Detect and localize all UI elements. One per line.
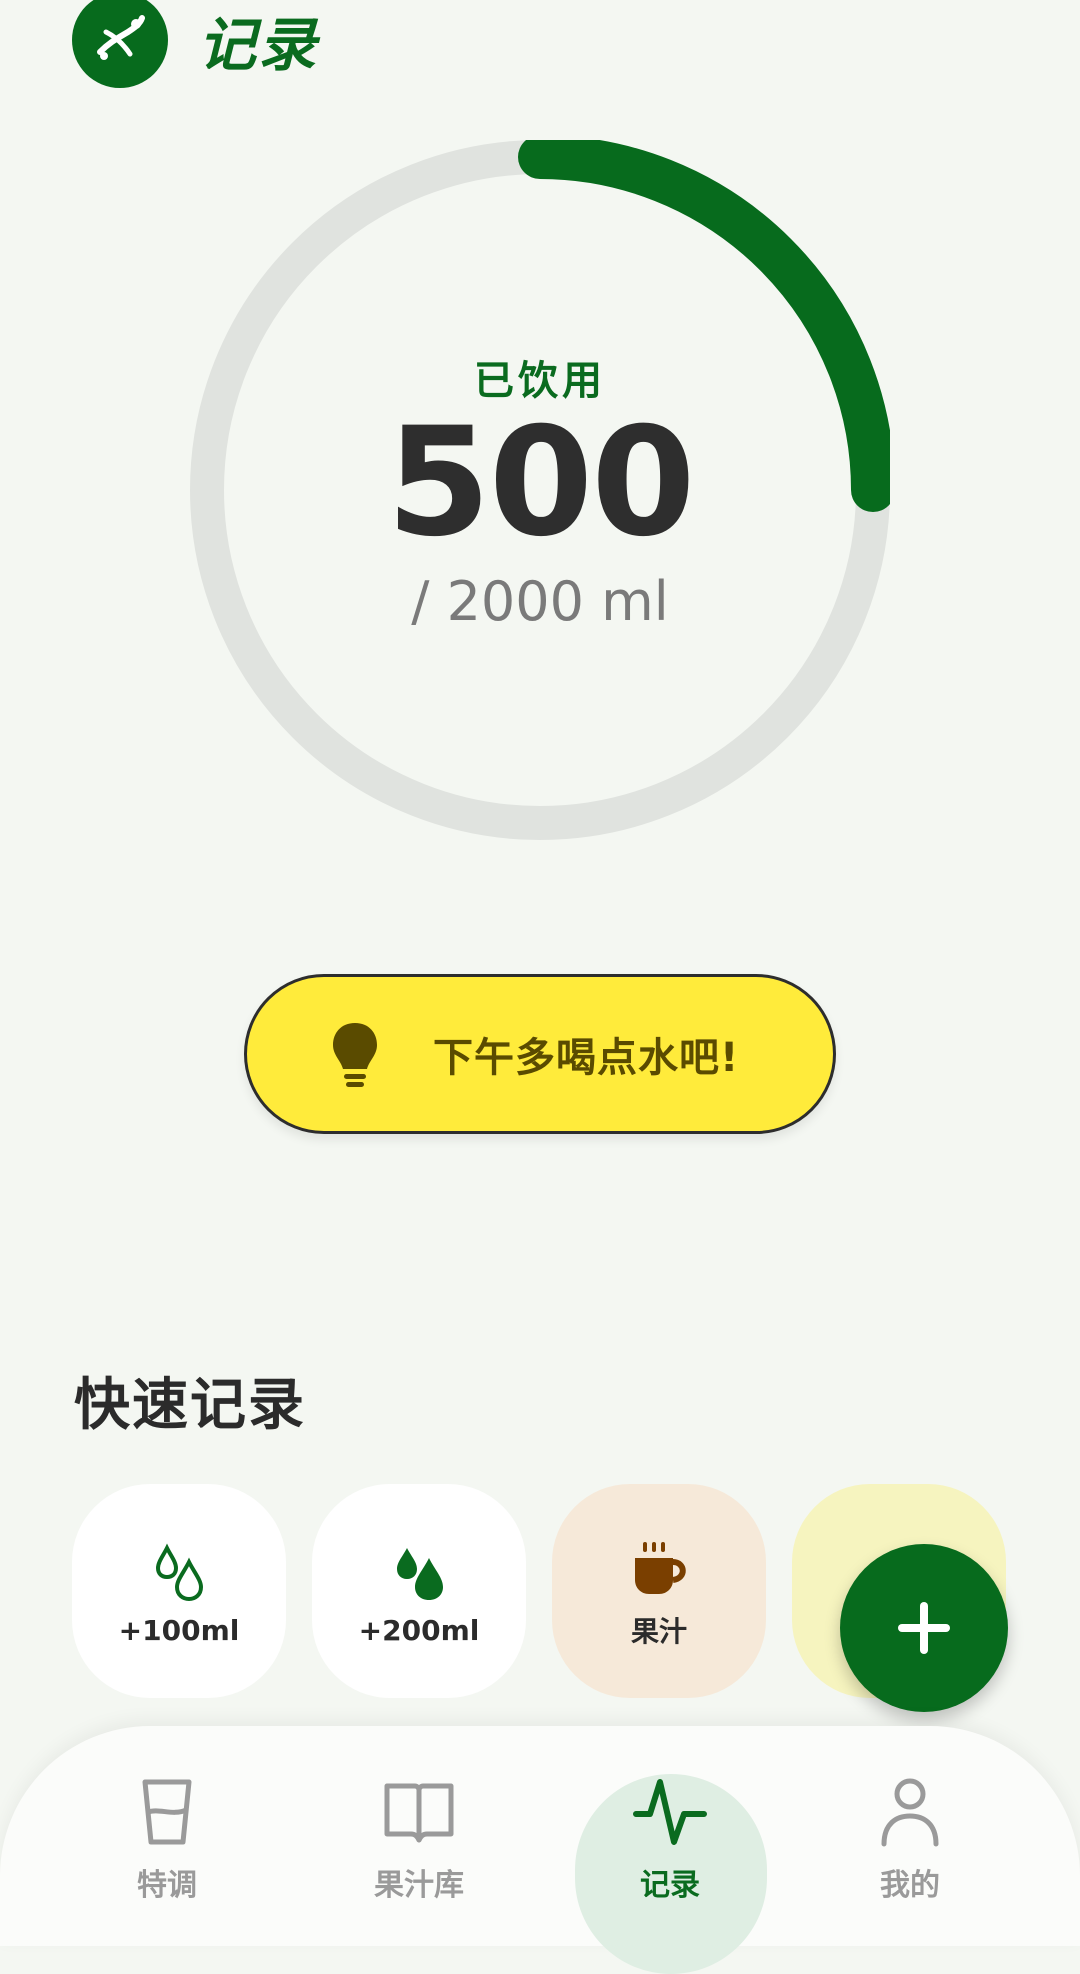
nav-item-juice-library[interactable]: 果汁库 (324, 1766, 514, 1946)
add-record-fab[interactable] (840, 1544, 1008, 1712)
progress-ring-center: 已饮用 500 / 2000 ml (190, 140, 890, 840)
quick-item-label: 果汁 (630, 1615, 687, 1648)
app-header: 记录 (72, 0, 318, 100)
nav-item-label: 记录 (640, 1868, 700, 1903)
juice-fruit-logo-icon (72, 0, 168, 88)
lightbulb-icon (333, 1023, 377, 1087)
consumed-value: 500 (386, 396, 695, 570)
page-title: 记录 (198, 11, 319, 79)
water-drops-filled-icon (397, 1547, 443, 1600)
bottom-navigation: 特调 果汁库 记录 我的 (0, 1726, 1080, 1974)
quick-record-title: 快速记录 (74, 1373, 306, 1438)
nav-item-mix[interactable]: 特调 (72, 1766, 262, 1946)
tip-text: 下午多喝点水吧! (433, 1035, 740, 1081)
nav-item-label: 我的 (880, 1868, 940, 1903)
plus-icon (898, 1602, 950, 1654)
goal-text: / 2000 ml (411, 570, 669, 633)
intake-progress-ring: 已饮用 500 / 2000 ml (190, 140, 890, 840)
glass-icon (142, 1779, 192, 1845)
open-book-icon (384, 1783, 454, 1843)
quick-add-100ml-button[interactable]: +100ml (72, 1484, 286, 1698)
nav-item-records[interactable]: 记录 (575, 1766, 765, 1946)
coffee-cup-icon (635, 1542, 686, 1594)
nav-item-profile[interactable]: 我的 (815, 1766, 1005, 1946)
nav-item-label: 果汁库 (374, 1868, 464, 1903)
quick-item-label: +100ml (118, 1613, 240, 1647)
water-drops-outline-icon (155, 1543, 204, 1601)
quick-add-juice-button[interactable]: 果汁 (552, 1484, 766, 1698)
quick-add-200ml-button[interactable]: +200ml (312, 1484, 526, 1698)
person-icon (881, 1778, 939, 1847)
nav-item-label: 特调 (137, 1868, 197, 1903)
hydration-tip[interactable]: 下午多喝点水吧! (244, 974, 836, 1134)
activity-pulse-icon (633, 1779, 707, 1845)
quick-item-label: +200ml (358, 1613, 480, 1647)
